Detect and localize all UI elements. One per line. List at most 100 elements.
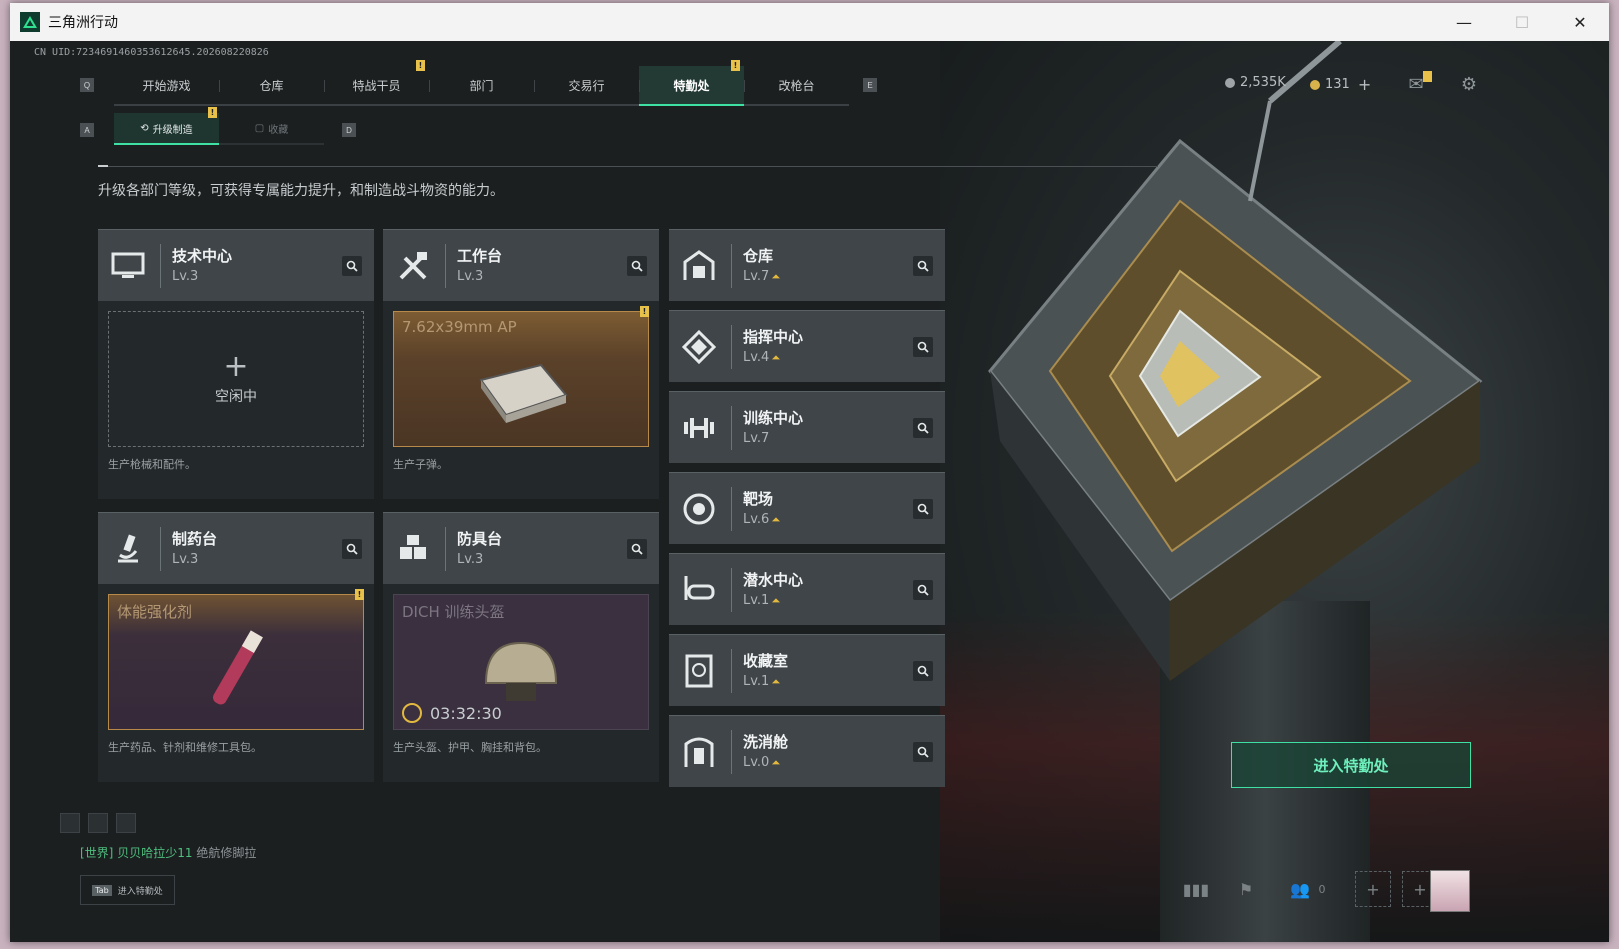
gold-coin-icon — [1310, 79, 1320, 90]
facility-card-microscope[interactable]: 制药台 Lv.3 — [98, 512, 374, 584]
inspect-search-icon[interactable] — [342, 256, 362, 276]
sub-tab-0[interactable]: ⟲ 升级制造! — [114, 107, 219, 145]
facility-name: 靶场 — [743, 490, 774, 508]
nav-tab-1[interactable]: 仓库 — [219, 66, 324, 106]
add-teammate-slot-1[interactable]: + — [1355, 871, 1391, 907]
inspect-search-icon[interactable] — [913, 418, 933, 438]
facility-name: 收藏室 — [743, 652, 789, 670]
production-slot-card[interactable]: 体能强化剂! 生产药品、针剂和维修工具包。 — [98, 584, 374, 782]
facility-name: 技术中心 — [172, 247, 233, 265]
facility-card-dumbbell[interactable]: 训练中心 Lv.7 — [669, 391, 945, 463]
facility-level: Lv.3 — [457, 552, 483, 567]
section-divider-mark — [98, 165, 108, 167]
facility-level-text: Lv.6 — [743, 512, 770, 527]
nav-tab-2[interactable]: 特战干员! — [324, 60, 429, 106]
tab-shortcut-hint[interactable]: Tab 进入特勤处 — [80, 875, 175, 905]
facility-level: Lv.1 ⏶ — [743, 674, 780, 689]
maximize-button[interactable]: ☐ — [1493, 3, 1551, 41]
gold-currency[interactable]: 131 + — [1310, 75, 1371, 94]
chat-tab-3[interactable] — [116, 813, 136, 833]
ready-badge: ! — [640, 306, 649, 317]
collection-icon: ▢ — [254, 122, 265, 134]
facility-name: 仓库 — [743, 247, 774, 265]
idle-label: 空闲中 — [215, 389, 257, 405]
inspect-search-icon[interactable] — [627, 256, 647, 276]
tab-key: Tab — [92, 884, 112, 896]
card-separator — [731, 406, 732, 450]
inspect-search-icon[interactable] — [913, 580, 933, 600]
inspect-search-icon[interactable] — [342, 539, 362, 559]
nav-tab-6[interactable]: 改枪台 — [744, 66, 849, 106]
inspect-search-icon[interactable] — [627, 539, 647, 559]
facility-level: Lv.4 ⏶ — [743, 350, 780, 365]
player-avatar[interactable] — [1430, 870, 1470, 912]
inspect-search-icon[interactable] — [913, 337, 933, 357]
facility-card-target[interactable]: 靶场 Lv.6 ⏶ — [669, 472, 945, 544]
flag-icon[interactable]: ⚑ — [1228, 871, 1264, 907]
facility-card-decon[interactable]: 洗消舱 Lv.0 ⏶ — [669, 715, 945, 787]
production-item-slot[interactable]: 体能强化剂! — [108, 589, 364, 730]
production-item-name: 体能强化剂 — [117, 603, 193, 621]
nav-tab-3[interactable]: 部门 — [429, 66, 534, 106]
upgrade-icon: ⟲ — [140, 122, 149, 134]
production-description: 生产头盔、护甲、胸挂和背包。 — [393, 741, 547, 754]
chat-tab-2[interactable] — [88, 813, 108, 833]
cube-device-image — [988, 41, 1483, 681]
nav-tab-5[interactable]: 特勤处! — [639, 60, 744, 106]
add-currency-button[interactable]: + — [1358, 75, 1371, 94]
card-separator — [731, 568, 732, 612]
silver-amount: 2,535K — [1240, 75, 1286, 90]
mail-badge — [1423, 71, 1432, 82]
enter-special-ops-button[interactable]: 进入特勤处 — [1231, 742, 1471, 788]
nav-prev-key-hint: Q — [80, 78, 94, 92]
production-item-slot[interactable]: 7.62x39mm AP! — [393, 306, 649, 447]
facility-card-warehouse[interactable]: 仓库 Lv.7 ⏶ — [669, 229, 945, 301]
production-slot-card[interactable]: + 空闲中 生产枪械和配件。 — [98, 301, 374, 499]
injector-image — [196, 623, 276, 727]
silver-currency[interactable]: 2,535K — [1225, 75, 1286, 90]
production-slot-card[interactable]: 7.62x39mm AP! 生产子弹。 — [383, 301, 659, 499]
card-separator — [731, 487, 732, 531]
nav-tab-4[interactable]: 交易行 — [534, 66, 639, 106]
empty-production-slot[interactable]: + 空闲中 — [108, 311, 364, 447]
facility-name: 洗消舱 — [743, 733, 789, 751]
facility-card-armor[interactable]: 防具台 Lv.3 — [383, 512, 659, 584]
facility-level: Lv.3 — [172, 269, 198, 284]
settings-gear-icon[interactable]: ⚙ — [1458, 73, 1480, 95]
facility-card-vault[interactable]: 收藏室 Lv.1 ⏶ — [669, 634, 945, 706]
production-slot-card[interactable]: DICH 训练头盔 03:32:30 生产头盔、护甲、胸挂和背包。 — [383, 584, 659, 782]
facility-level-text: Lv.7 — [743, 431, 770, 446]
window-titlebar: 三角洲行动 — ☐ ✕ — [10, 3, 1609, 41]
chat-tab-1[interactable] — [60, 813, 80, 833]
card-separator — [445, 244, 446, 288]
section-divider — [98, 166, 1158, 167]
facility-level: Lv.0 ⏶ — [743, 755, 780, 770]
facility-level: Lv.3 — [172, 552, 198, 567]
inspect-search-icon[interactable] — [913, 499, 933, 519]
vault-icon — [679, 651, 719, 691]
nav-tab-0[interactable]: 开始游戏 — [114, 66, 219, 106]
nav-tab-label: 部门 — [469, 78, 494, 93]
facility-card-diving[interactable]: 潜水中心 Lv.1 ⏶ — [669, 553, 945, 625]
close-button[interactable]: ✕ — [1551, 3, 1609, 41]
nav-tab-label: 改枪台 — [778, 78, 815, 93]
facility-name: 训练中心 — [743, 409, 804, 427]
stats-chart-icon[interactable]: ▮▮▮ — [1178, 871, 1214, 907]
upgrade-available-icon: ⏶ — [771, 351, 781, 364]
card-separator — [731, 325, 732, 369]
chat-line[interactable]: [世界] 贝贝哈拉少11 绝航修脚拉 — [80, 844, 256, 861]
card-separator — [445, 527, 446, 571]
special-ops-scene — [940, 41, 1609, 942]
inspect-search-icon[interactable] — [913, 661, 933, 681]
card-separator — [160, 527, 161, 571]
facility-card-monitor[interactable]: 技术中心 Lv.3 — [98, 229, 374, 301]
facility-level-text: Lv.3 — [172, 269, 199, 284]
sub-tab-1[interactable]: ▢ 收藏 — [219, 113, 324, 145]
inspect-search-icon[interactable] — [913, 256, 933, 276]
inspect-search-icon[interactable] — [913, 742, 933, 762]
minimize-button[interactable]: — — [1435, 3, 1493, 41]
production-item-slot[interactable]: DICH 训练头盔 03:32:30 — [393, 594, 649, 730]
facility-card-tools[interactable]: 工作台 Lv.3 — [383, 229, 659, 301]
add-production-icon: + — [223, 349, 249, 384]
facility-card-command[interactable]: 指挥中心 Lv.4 ⏶ — [669, 310, 945, 382]
